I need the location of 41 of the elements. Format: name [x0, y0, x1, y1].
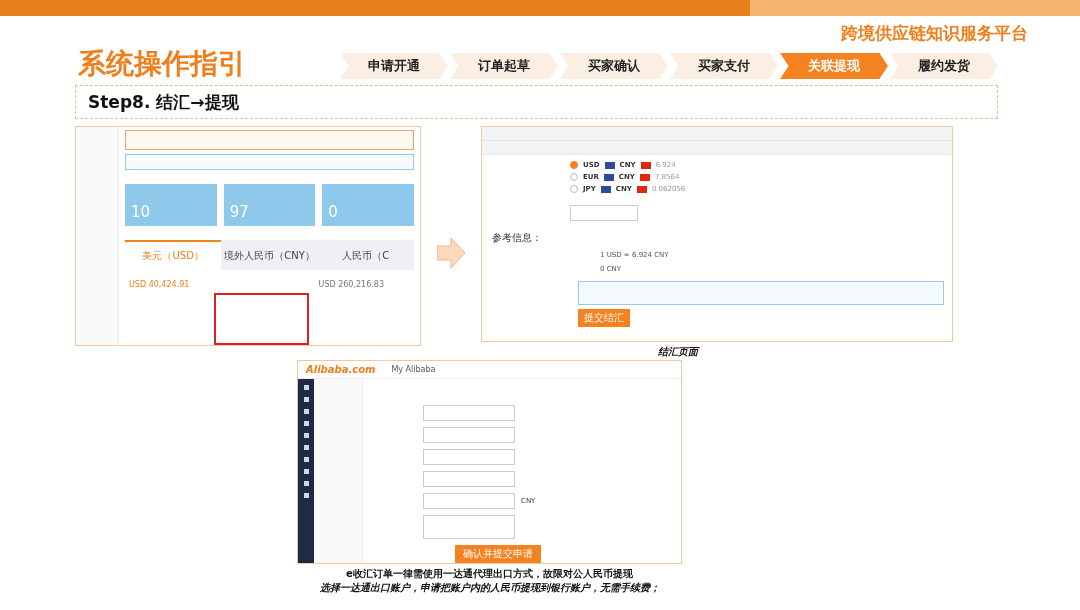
- unavailable-amount: USD 260,216.83: [318, 280, 384, 289]
- slide-title: 系统操作指引: [78, 47, 246, 81]
- flag-icon: [603, 173, 614, 181]
- amount-field[interactable]: [423, 493, 515, 509]
- amount-field[interactable]: [570, 205, 638, 221]
- currency-tab[interactable]: 境外人民币（CNY）: [221, 240, 318, 270]
- page-title: My Alibaba: [391, 365, 436, 374]
- currency-tab[interactable]: 人民币（C: [317, 240, 414, 270]
- rate-radio[interactable]: [570, 173, 578, 181]
- nav-icon[interactable]: [303, 469, 309, 474]
- stat-card: 0: [322, 184, 414, 226]
- caption-text: e收汇订单一律需使用一达通代理出口方式，故限对公人民币提现: [346, 567, 633, 581]
- stat-card: 10: [125, 184, 217, 226]
- nav-icon[interactable]: [303, 481, 309, 486]
- platform-name: 跨境供应链知识服务平台: [841, 22, 1028, 45]
- step-heading: Step8. 结汇→提现: [88, 90, 239, 114]
- arrow-right-icon: [437, 238, 465, 268]
- rate-radio[interactable]: [570, 185, 578, 193]
- site-logo: Alibaba.com: [306, 364, 376, 375]
- submit-button[interactable]: 确认并提交申请: [455, 545, 541, 563]
- nav-icon[interactable]: [303, 385, 309, 390]
- flag-icon: [604, 161, 615, 169]
- available-amount: USD 40,424.91: [129, 280, 190, 289]
- submit-button[interactable]: 提交结汇: [578, 309, 630, 327]
- nav-icon[interactable]: [303, 445, 309, 450]
- nav-icon[interactable]: [303, 493, 309, 498]
- nav-icon[interactable]: [303, 421, 309, 426]
- flag-icon: [600, 185, 611, 193]
- nav-icon[interactable]: [303, 397, 309, 402]
- remark-field[interactable]: [423, 515, 515, 539]
- caption-text: 选择一达通出口账户，申请把账户内的人民币提现到银行账户，无需手续费；: [319, 581, 660, 595]
- flag-icon: [636, 185, 647, 193]
- nav-icon[interactable]: [303, 433, 309, 438]
- flag-icon: [639, 173, 650, 181]
- stat-card: 97: [223, 184, 316, 226]
- flag-icon: [640, 161, 651, 169]
- nav-icon[interactable]: [303, 457, 309, 462]
- reference-title: 参考信息：: [491, 231, 543, 245]
- screenshot-caption: 结汇页面: [658, 345, 698, 359]
- rate-radio[interactable]: [570, 161, 578, 169]
- nav-icon[interactable]: [303, 409, 309, 414]
